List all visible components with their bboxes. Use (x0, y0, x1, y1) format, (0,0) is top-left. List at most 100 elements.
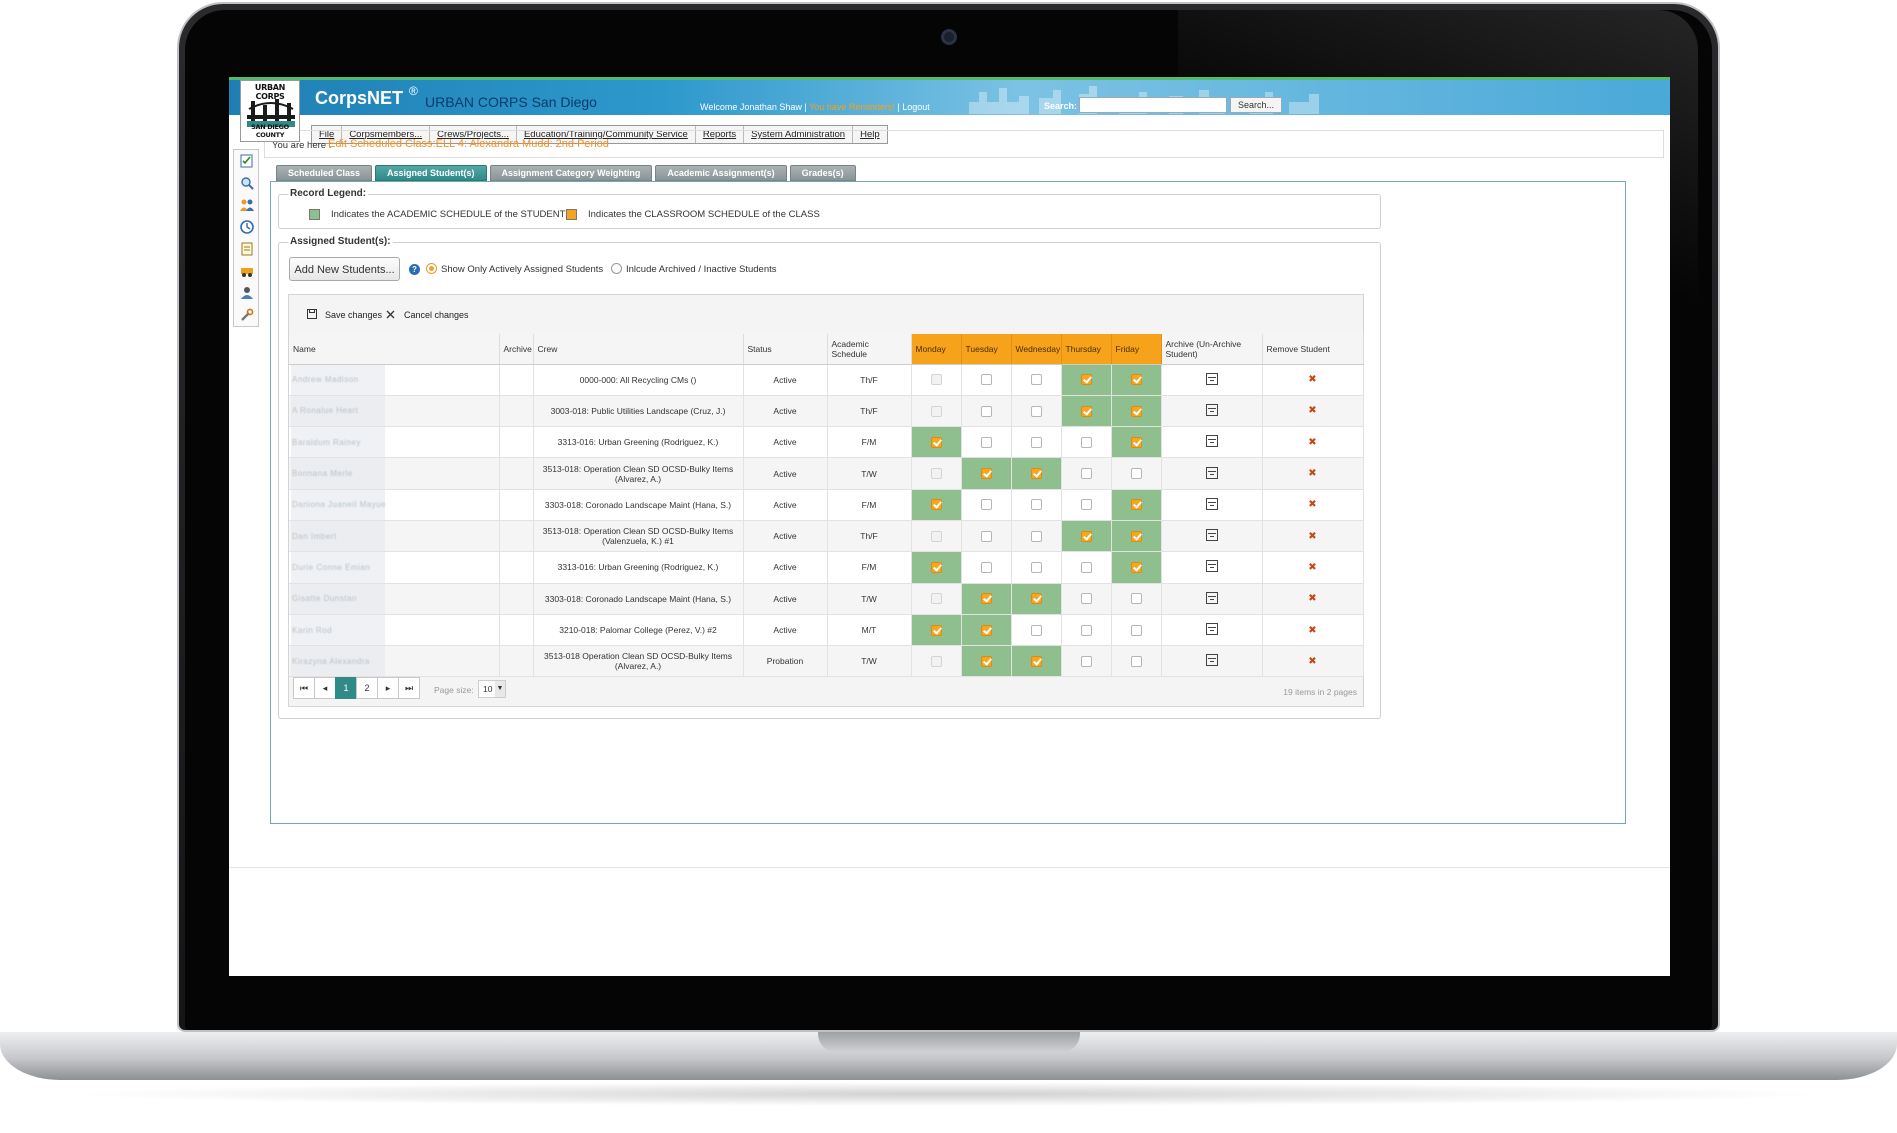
add-new-students-button[interactable]: Add New Students... (289, 257, 400, 281)
archive-icon[interactable] (1205, 591, 1218, 604)
archive-icon[interactable] (1205, 560, 1218, 573)
tools-icon[interactable] (240, 308, 254, 322)
thursday-checkbox[interactable] (1080, 499, 1092, 511)
wednesday-checkbox[interactable] (1030, 593, 1042, 605)
tab-academic-assignments[interactable]: Academic Assignment(s) (655, 165, 787, 181)
notepad-icon[interactable] (240, 242, 254, 256)
friday-checkbox[interactable] (1130, 593, 1142, 605)
search-input[interactable] (1079, 97, 1227, 113)
student-name-cell[interactable]: Daniona Juaneil Mayue (289, 489, 500, 521)
col-academic-schedule[interactable]: Academic Schedule (827, 334, 912, 365)
student-name-cell[interactable]: Dan Imbert (289, 520, 500, 553)
logout-link[interactable]: Logout (902, 102, 930, 112)
tab-assigned-students[interactable]: Assigned Student(s) (375, 165, 487, 181)
wednesday-checkbox[interactable] (1030, 499, 1042, 511)
tab-grades[interactable]: Grades(s) (789, 165, 856, 181)
friday-checkbox[interactable] (1130, 468, 1142, 480)
col-monday[interactable]: Monday (911, 334, 962, 365)
wednesday-checkbox[interactable] (1030, 436, 1042, 448)
tab-assignment-category-weighting[interactable]: Assignment Category Weighting (489, 165, 653, 181)
monday-checkbox[interactable] (930, 436, 942, 448)
prev-page-button[interactable]: ◂ (314, 677, 336, 699)
wednesday-checkbox[interactable] (1030, 655, 1042, 667)
search-button[interactable]: Search... (1230, 97, 1282, 113)
save-changes-button[interactable]: Save changes (325, 310, 382, 320)
col-status[interactable]: Status (743, 334, 828, 365)
tuesday-checkbox[interactable] (980, 530, 992, 542)
student-name-cell[interactable]: Baraldum Rainey (289, 426, 500, 459)
wednesday-checkbox[interactable] (1030, 374, 1042, 386)
monday-checkbox[interactable] (930, 655, 942, 667)
student-name-cell[interactable]: Durie Conne Emian (289, 551, 500, 584)
remove-icon[interactable]: ✖ (1308, 593, 1316, 604)
tuesday-checkbox[interactable] (980, 562, 992, 574)
page-1-button[interactable]: 1 (335, 677, 357, 699)
col-tuesday[interactable]: Tuesday (961, 334, 1012, 365)
people-icon[interactable] (240, 198, 254, 212)
remove-icon[interactable]: ✖ (1308, 625, 1316, 636)
thursday-checkbox[interactable] (1080, 562, 1092, 574)
remove-icon[interactable]: ✖ (1308, 562, 1316, 573)
wednesday-checkbox[interactable] (1030, 530, 1042, 542)
group-icon[interactable] (240, 286, 254, 300)
thursday-checkbox[interactable] (1080, 468, 1092, 480)
radio-show-active[interactable] (426, 263, 437, 274)
monday-checkbox[interactable] (930, 530, 942, 542)
remove-icon[interactable]: ✖ (1308, 499, 1316, 510)
friday-checkbox[interactable] (1130, 374, 1142, 386)
magnifier-icon[interactable] (240, 176, 254, 190)
checklist-icon[interactable] (240, 154, 254, 168)
thursday-checkbox[interactable] (1080, 593, 1092, 605)
col-name[interactable]: Name (289, 334, 500, 365)
student-name-cell[interactable]: Kirazyna Alexandra (289, 645, 500, 678)
next-page-button[interactable]: ▸ (377, 677, 399, 699)
friday-checkbox[interactable] (1130, 499, 1142, 511)
col-wednesday[interactable]: Wednesday (1011, 334, 1062, 365)
last-page-button[interactable]: ⏭ (398, 677, 420, 699)
thursday-checkbox[interactable] (1080, 405, 1092, 417)
thursday-checkbox[interactable] (1080, 374, 1092, 386)
student-name-cell[interactable]: Andrew Madison (289, 364, 500, 396)
monday-checkbox[interactable] (930, 593, 942, 605)
tuesday-checkbox[interactable] (980, 499, 992, 511)
friday-checkbox[interactable] (1130, 624, 1142, 636)
student-name-cell[interactable]: Gisatte Dunstan (289, 583, 500, 615)
col-thursday[interactable]: Thursday (1061, 334, 1112, 365)
col-remove-student[interactable]: Remove Student (1262, 334, 1364, 365)
friday-checkbox[interactable] (1130, 436, 1142, 448)
cancel-icon[interactable] (386, 310, 395, 319)
remove-icon[interactable]: ✖ (1308, 656, 1316, 667)
friday-checkbox[interactable] (1130, 562, 1142, 574)
archive-icon[interactable] (1205, 372, 1218, 385)
thursday-checkbox[interactable] (1080, 624, 1092, 636)
wednesday-checkbox[interactable] (1030, 405, 1042, 417)
vehicle-icon[interactable] (240, 264, 254, 278)
student-name-cell[interactable]: Bonnana Merle (289, 457, 500, 490)
thursday-checkbox[interactable] (1080, 655, 1092, 667)
archive-icon[interactable] (1205, 403, 1218, 416)
tuesday-checkbox[interactable] (980, 436, 992, 448)
tab-scheduled-class[interactable]: Scheduled Class (276, 165, 373, 181)
friday-checkbox[interactable] (1130, 405, 1142, 417)
archive-icon[interactable] (1205, 654, 1218, 667)
cancel-changes-button[interactable]: Cancel changes (404, 310, 469, 320)
page-size-select[interactable]: 10 ▼ (478, 680, 506, 698)
col-friday[interactable]: Friday (1111, 334, 1162, 365)
tuesday-checkbox[interactable] (980, 374, 992, 386)
remove-icon[interactable]: ✖ (1308, 531, 1316, 542)
archive-icon[interactable] (1205, 435, 1218, 448)
tuesday-checkbox[interactable] (980, 593, 992, 605)
monday-checkbox[interactable] (930, 624, 942, 636)
remove-icon[interactable]: ✖ (1308, 468, 1316, 479)
col-crew[interactable]: Crew (533, 334, 744, 365)
archive-icon[interactable] (1205, 529, 1218, 542)
archive-icon[interactable] (1205, 497, 1218, 510)
wednesday-checkbox[interactable] (1030, 624, 1042, 636)
help-icon[interactable]: ? (409, 264, 420, 275)
monday-checkbox[interactable] (930, 405, 942, 417)
wednesday-checkbox[interactable] (1030, 468, 1042, 480)
save-icon[interactable] (307, 309, 317, 319)
first-page-button[interactable]: ⏮ (293, 677, 315, 699)
remove-icon[interactable]: ✖ (1308, 437, 1316, 448)
student-name-cell[interactable]: Karin Rod (289, 614, 500, 647)
